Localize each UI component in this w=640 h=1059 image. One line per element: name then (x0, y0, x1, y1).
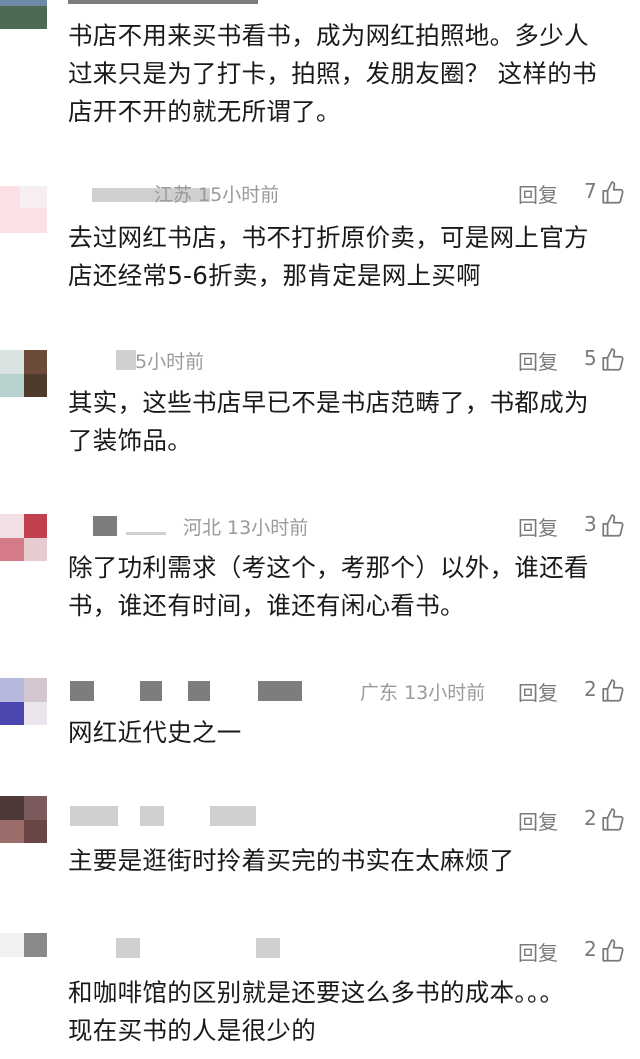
username-blur (140, 681, 162, 701)
thumbs-up-icon[interactable] (600, 938, 626, 964)
reply-button[interactable]: 回复 (518, 677, 558, 706)
like-count: 2 (584, 806, 597, 830)
comment-text: 网红近代史之一 (68, 718, 242, 747)
username[interactable] (116, 938, 140, 958)
comment-meta: 广东 13小时前 回复 2 (68, 673, 640, 707)
like-count: 3 (584, 512, 597, 536)
comment-meta: 回复 2 (68, 930, 640, 966)
avatar[interactable] (0, 186, 47, 233)
username[interactable] (68, 0, 258, 4)
like-count: 2 (584, 937, 597, 961)
reply-button[interactable]: 回复 (518, 512, 558, 541)
comment-meta: 5小时前 回复 5 (68, 342, 640, 376)
username[interactable] (70, 806, 118, 826)
comment-text: 书店不用来买书看书，成为网红拍照地。多少人 过来只是为了打卡，拍照，发朋友圈？ … (68, 21, 597, 126)
location-time: 江苏 15小时前 (154, 184, 280, 206)
avatar[interactable] (0, 350, 47, 397)
username[interactable] (93, 516, 117, 536)
avatar[interactable] (0, 678, 47, 725)
thumbs-up-icon[interactable] (600, 347, 626, 373)
comment-meta: 江苏 15小时前 回复 7 (68, 175, 640, 209)
comment-text: 除了功利需求（考这个，考那个）以外，谁还看 书，谁还有时间，谁还有闲心看书。 (68, 553, 589, 620)
comment-meta: 河北 13小时前 回复 3 (68, 508, 640, 542)
avatar[interactable] (0, 514, 47, 561)
reply-button[interactable]: 回复 (518, 346, 558, 375)
avatar[interactable] (0, 796, 47, 843)
like-count: 7 (584, 179, 597, 203)
location-time: 广东 13小时前 (360, 682, 486, 704)
username-blur (188, 681, 210, 701)
thumbs-up-icon[interactable] (600, 513, 626, 539)
like-count: 2 (584, 677, 597, 701)
comment-meta: 回复 2 (68, 798, 640, 835)
location-time: 河北 13小时前 (183, 517, 309, 539)
like-count: 5 (584, 346, 597, 370)
comment-text: 和咖啡馆的区别就是还要这么多书的成本。。。 现在买书的人是很少的 (68, 978, 565, 1045)
avatar[interactable] (0, 933, 47, 980)
reply-button[interactable]: 回复 (518, 179, 558, 208)
thumbs-up-icon[interactable] (600, 180, 626, 206)
comment-text: 主要是逛街时拎着买完的书实在太麻烦了 (68, 846, 515, 875)
username-blur (126, 532, 166, 535)
username[interactable] (70, 681, 94, 701)
reply-button[interactable]: 回复 (518, 937, 558, 966)
username[interactable] (116, 350, 136, 370)
comment-text: 其实，这些书店早已不是书店范畴了，书都成为 了装饰品。 (68, 388, 589, 455)
comment-list: 书店不用来买书看书，成为网红拍照地。多少人 过来只是为了打卡，拍照，发朋友圈？ … (0, 0, 640, 1059)
username-blur (258, 681, 302, 701)
username-blur (140, 806, 164, 826)
avatar[interactable] (0, 0, 47, 29)
comment-text: 去过网红书店，书不打折原价卖，可是网上官方 店还经常5-6折卖，那肯定是网上买啊 (68, 223, 589, 290)
reply-button[interactable]: 回复 (518, 806, 558, 835)
username-blur (210, 806, 256, 826)
username-blur (256, 938, 280, 958)
location-time: 5小时前 (135, 351, 205, 373)
thumbs-up-icon[interactable] (600, 807, 626, 833)
thumbs-up-icon[interactable] (600, 678, 626, 704)
